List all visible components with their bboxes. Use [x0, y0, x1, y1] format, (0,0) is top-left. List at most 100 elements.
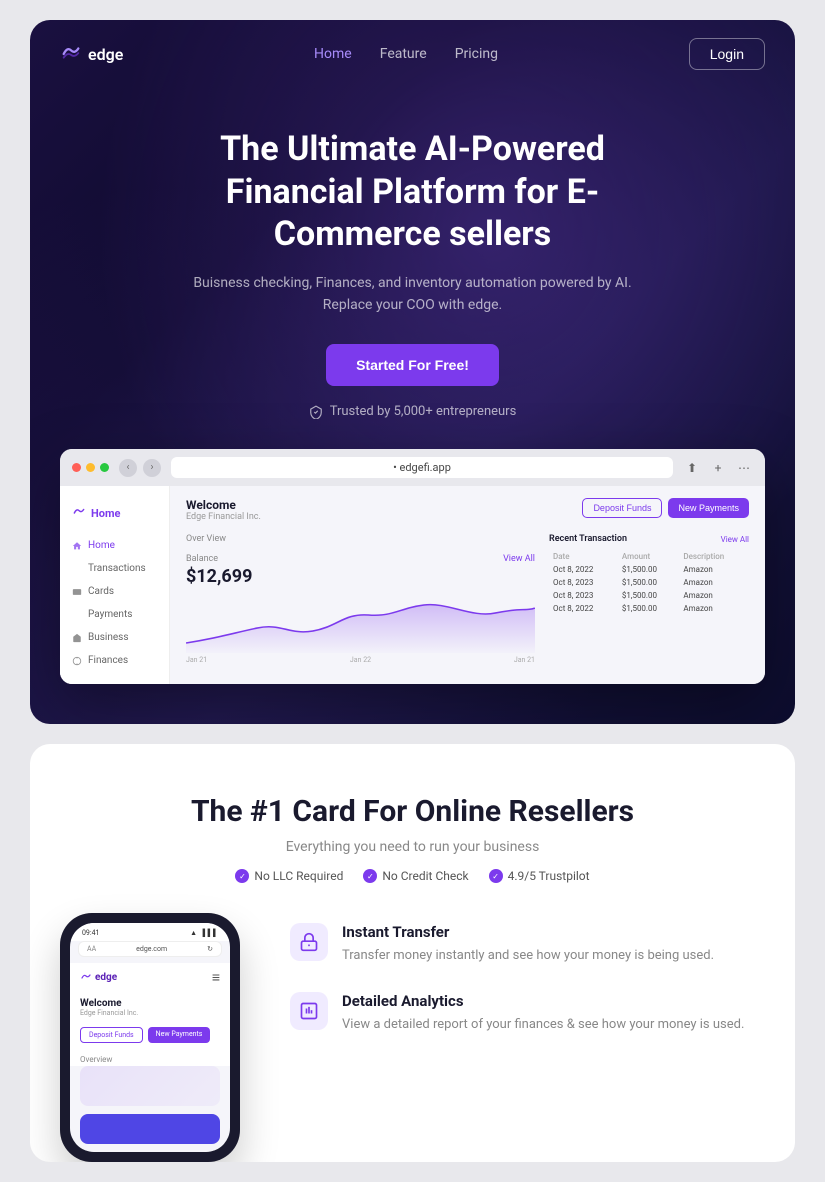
feature-desc-1: View a detailed report of your finances … — [342, 1015, 744, 1035]
tx-desc: Amazon — [679, 602, 749, 615]
sidebar-item-home[interactable]: Home — [60, 534, 169, 557]
logo-icon — [60, 43, 82, 65]
nav-link-pricing[interactable]: Pricing — [455, 46, 498, 62]
app-main: Welcome Edge Financial Inc. Deposit Fund… — [170, 486, 765, 684]
sidebar-item-transactions[interactable]: Transactions — [60, 557, 169, 580]
hero-title: The Ultimate AI-Powered Financial Platfo… — [153, 128, 673, 256]
dot-maximize[interactable] — [100, 463, 109, 472]
check-icon-1: ✓ — [363, 869, 377, 883]
th-date: Date — [549, 550, 618, 563]
back-button[interactable]: ‹ — [119, 459, 137, 477]
deposit-button[interactable]: Deposit Funds — [582, 498, 662, 518]
url-bar[interactable]: • edgefi.app — [171, 457, 673, 478]
chart-dates: Jan 21 Jan 22 Jan 21 — [186, 656, 535, 664]
sidebar-item-business[interactable]: Business — [60, 626, 169, 649]
tx-amount: $1,500.00 — [618, 576, 679, 589]
new-payments-button[interactable]: New Payments — [668, 498, 749, 518]
app-logo: Home — [60, 498, 169, 534]
card-section-body: 09:41 ▲ ▐▐ ▌ AA edge.com ↻ — [60, 913, 765, 1162]
browser-nav-controls: ‹ › — [119, 459, 161, 477]
transactions-view-all[interactable]: View All — [721, 535, 749, 544]
nav-link-feature[interactable]: Feature — [380, 46, 427, 62]
app-header-buttons: Deposit Funds New Payments — [582, 498, 749, 518]
dot-minimize[interactable] — [86, 463, 95, 472]
dot-close[interactable] — [72, 463, 81, 472]
shield-icon — [309, 405, 323, 419]
browser-mockup: ‹ › • edgefi.app ⬆ + ⋯ — [30, 439, 795, 684]
transaction-table: Date Amount Description Oct 8, 2022 $1,5… — [549, 550, 749, 615]
browser-frame: ‹ › • edgefi.app ⬆ + ⋯ — [60, 449, 765, 684]
phone-url-bar[interactable]: AA edge.com ↻ — [78, 941, 222, 957]
phone-screen: 09:41 ▲ ▐▐ ▌ AA edge.com ↻ — [70, 923, 230, 1152]
overview-section: Over View Balance View All $12,699 — [186, 534, 749, 664]
phone-chart — [80, 1066, 220, 1106]
phone-buttons-row: Deposit Funds New Payments — [70, 1021, 230, 1049]
phone-deposit-btn[interactable]: Deposit Funds — [80, 1027, 143, 1043]
trust-text: Trusted by 5,000+ entrepreneurs — [330, 404, 517, 419]
app-sidebar: Home Home Transactions Cards — [60, 486, 170, 684]
balance-area: Over View Balance View All $12,699 — [186, 534, 535, 664]
logo[interactable]: edge — [60, 43, 123, 65]
sidebar-label-payments: Payments — [88, 609, 132, 620]
feature-desc-0: Transfer money instantly and see how you… — [342, 946, 714, 966]
payments-icon — [72, 610, 82, 620]
app-header: Welcome Edge Financial Inc. Deposit Fund… — [186, 498, 749, 522]
share-icon[interactable]: ⬆ — [683, 459, 701, 477]
hero-subtitle: Buisness checking, Finances, and invento… — [90, 272, 735, 317]
login-button[interactable]: Login — [689, 38, 765, 70]
tx-amount: $1,500.00 — [618, 602, 679, 615]
table-row: Oct 8, 2022 $1,500.00 Amazon — [549, 563, 749, 576]
badge-trustpilot: ✓ 4.9/5 Trustpilot — [489, 869, 590, 883]
balance-chart — [186, 593, 535, 653]
transactions-icon — [72, 564, 82, 574]
browser-action-buttons: ⬆ + ⋯ — [683, 459, 753, 477]
badge-label-0: No LLC Required — [254, 869, 343, 883]
nav-link-home[interactable]: Home — [314, 46, 352, 62]
more-icon[interactable]: ⋯ — [735, 459, 753, 477]
badge-label-2: 4.9/5 Trustpilot — [508, 869, 590, 883]
app-content: Home Home Transactions Cards — [60, 486, 765, 684]
phone-welcome-text: Welcome — [80, 998, 220, 1009]
recent-header: Recent Transaction View All — [549, 534, 749, 544]
recent-title: Recent Transaction — [549, 534, 627, 544]
cta-button[interactable]: Started For Free! — [326, 344, 499, 386]
sidebar-item-finances[interactable]: Finances — [60, 649, 169, 672]
table-row: Oct 8, 2022 $1,500.00 Amazon — [549, 602, 749, 615]
add-tab-icon[interactable]: + — [709, 459, 727, 477]
phone-welcome: Welcome Edge Financial Inc. — [70, 992, 230, 1021]
phone-action-button[interactable] — [80, 1114, 220, 1144]
transactions-area: Recent Transaction View All Date Amount … — [549, 534, 749, 664]
phone-payments-btn[interactable]: New Payments — [148, 1027, 211, 1043]
badge-label-1: No Credit Check — [382, 869, 468, 883]
feature-instant-transfer: Instant Transfer Transfer money instantl… — [290, 923, 765, 966]
balance-label: Balance — [186, 554, 218, 564]
transfer-icon — [299, 932, 319, 952]
feature-icon-analytics — [290, 992, 328, 1030]
sidebar-label-transactions: Transactions — [88, 563, 146, 574]
app-welcome-text: Welcome — [186, 498, 261, 512]
view-all-link[interactable]: View All — [503, 554, 535, 564]
battery-icon: ▌ — [213, 929, 218, 937]
feature-title-0: Instant Transfer — [342, 923, 714, 941]
card-section-subtitle: Everything you need to run your business — [60, 839, 765, 855]
phone-mockup: 09:41 ▲ ▐▐ ▌ AA edge.com ↻ — [60, 913, 260, 1162]
phone-status-bar: 09:41 ▲ ▐▐ ▌ — [70, 923, 230, 941]
tx-amount: $1,500.00 — [618, 589, 679, 602]
phone-url-text: edge.com — [136, 945, 167, 953]
table-row: Oct 8, 2023 $1,500.00 Amazon — [549, 589, 749, 602]
sidebar-item-payments[interactable]: Payments — [60, 603, 169, 626]
feature-analytics: Detailed Analytics View a detailed repor… — [290, 992, 765, 1035]
wifi-icon: ▲ — [190, 929, 197, 937]
phone-menu-icon[interactable]: ≡ — [212, 969, 220, 986]
tx-date: Oct 8, 2023 — [549, 589, 618, 602]
phone-app-logo: edge ≡ — [70, 963, 230, 992]
forward-button[interactable]: › — [143, 459, 161, 477]
feature-icon-transfer — [290, 923, 328, 961]
badge-no-credit: ✓ No Credit Check — [363, 869, 468, 883]
tx-desc: Amazon — [679, 576, 749, 589]
check-icon-0: ✓ — [235, 869, 249, 883]
tx-amount: $1,500.00 — [618, 563, 679, 576]
phone-refresh-icon[interactable]: ↻ — [207, 945, 213, 953]
sidebar-item-cards[interactable]: Cards — [60, 580, 169, 603]
sidebar-label-business: Business — [88, 632, 128, 643]
